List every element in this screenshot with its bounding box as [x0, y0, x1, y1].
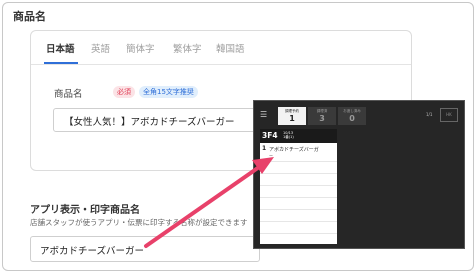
- pointer-arrow-icon: [144, 157, 274, 248]
